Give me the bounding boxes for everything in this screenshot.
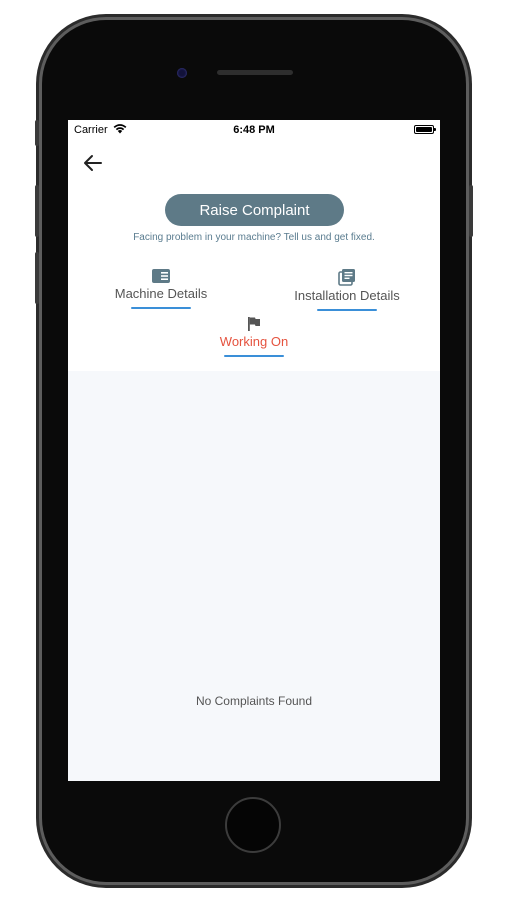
back-arrow-icon[interactable] xyxy=(82,152,104,174)
flag-icon xyxy=(248,317,260,331)
tab-underline xyxy=(224,355,284,357)
list-document-icon xyxy=(338,269,355,286)
tab-machine-details-label: Machine Details xyxy=(114,286,208,301)
raise-complaint-button[interactable]: Raise Complaint xyxy=(165,194,344,226)
home-button[interactable] xyxy=(225,797,281,853)
front-camera xyxy=(177,68,187,78)
tab-working-on[interactable]: Working On xyxy=(204,316,304,357)
tab-machine-details[interactable]: Machine Details xyxy=(106,268,216,309)
app-screen: Carrier 6:48 PM Raise Complaint Facing p… xyxy=(68,120,440,781)
card-icon xyxy=(152,269,170,283)
earpiece-speaker xyxy=(217,70,293,75)
volume-down-button xyxy=(35,252,39,304)
volume-up-button xyxy=(35,185,39,237)
battery-icon xyxy=(414,125,436,134)
clock: 6:48 PM xyxy=(233,124,275,136)
page-subtitle: Facing problem in your machine? Tell us … xyxy=(133,232,375,243)
power-button xyxy=(469,185,473,237)
status-bar: Carrier 6:48 PM xyxy=(68,120,440,140)
tab-installation-details-label: Installation Details xyxy=(294,288,400,303)
complaints-list-area: No Complaints Found xyxy=(68,371,440,781)
empty-state-message: No Complaints Found xyxy=(195,694,313,708)
mute-switch xyxy=(35,120,39,146)
tab-installation-details[interactable]: Installation Details xyxy=(285,268,409,311)
tab-underline xyxy=(131,307,191,309)
tab-underline xyxy=(317,309,377,311)
tab-working-on-label: Working On xyxy=(219,334,289,349)
